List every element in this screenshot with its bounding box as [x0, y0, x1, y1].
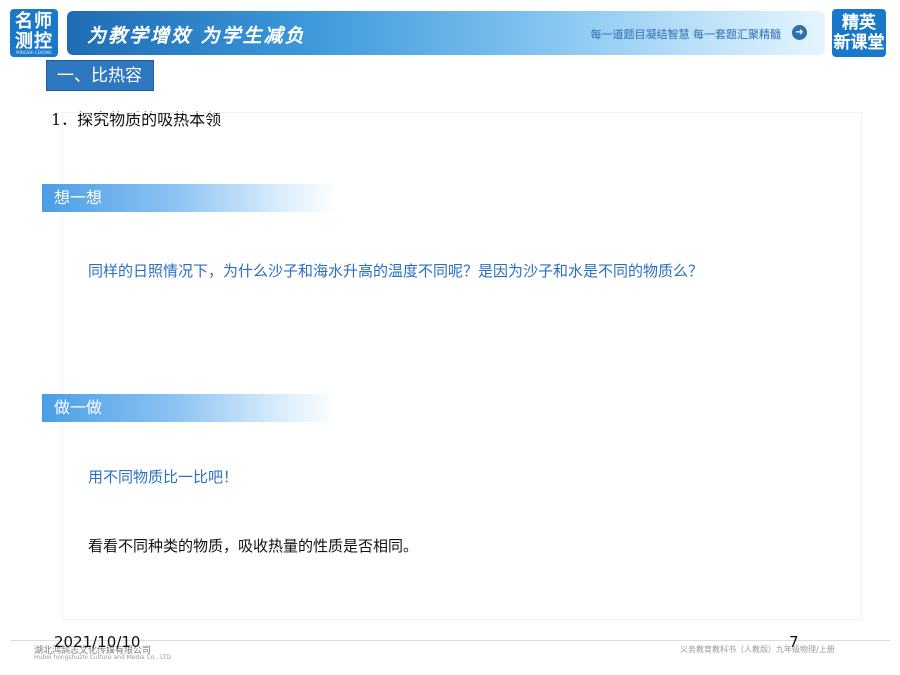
logo-right-line2: 新课堂 — [833, 33, 885, 53]
banner-tagline: 每一道题目凝结智慧 每一套题汇聚精髓 — [590, 28, 782, 41]
footer-divider — [10, 640, 890, 641]
footer-series: 义务教育教科书（人教版）九年级物理/上册 — [680, 645, 835, 654]
do-line-1: 用不同物质比一比吧！ — [88, 468, 239, 486]
logo-left-line1: 名师 — [15, 11, 53, 32]
do-label-bar: 做一做 — [42, 394, 337, 422]
arrow-right-icon: ➜ — [792, 25, 807, 40]
header-bar: 名师 测控 MINGSHI CEKONG 为教学增效 为学生减负 每一道题目凝结… — [0, 0, 900, 62]
slogan-banner: 为教学增效 为学生减负 每一道题目凝结智慧 每一套题汇聚精髓 ➜ — [67, 11, 825, 55]
banner-slogan: 为教学增效 为学生减负 — [87, 25, 306, 47]
logo-right-line1: 精英 — [842, 13, 876, 33]
jingying-logo: 精英 新课堂 — [832, 9, 886, 57]
think-label-bar: 想一想 — [42, 184, 337, 212]
footer-date: 2021/10/10 — [54, 633, 141, 651]
footer-company-en: Hubei hongshuzhi Culture and Media Co., … — [34, 654, 171, 661]
logo-left-line2: 测控 — [15, 31, 53, 52]
section-title: 一、比热容 — [46, 60, 154, 91]
logo-left-sub: MINGSHI CEKONG — [16, 50, 52, 55]
think-question: 同样的日照情况下，为什么沙子和海水升高的温度不同呢？是因为沙子和水是不同的物质么… — [88, 262, 704, 280]
mingshi-logo: 名师 测控 MINGSHI CEKONG — [10, 9, 58, 57]
do-line-2: 看看不同种类的物质，吸收热量的性质是否相同。 — [88, 537, 419, 555]
